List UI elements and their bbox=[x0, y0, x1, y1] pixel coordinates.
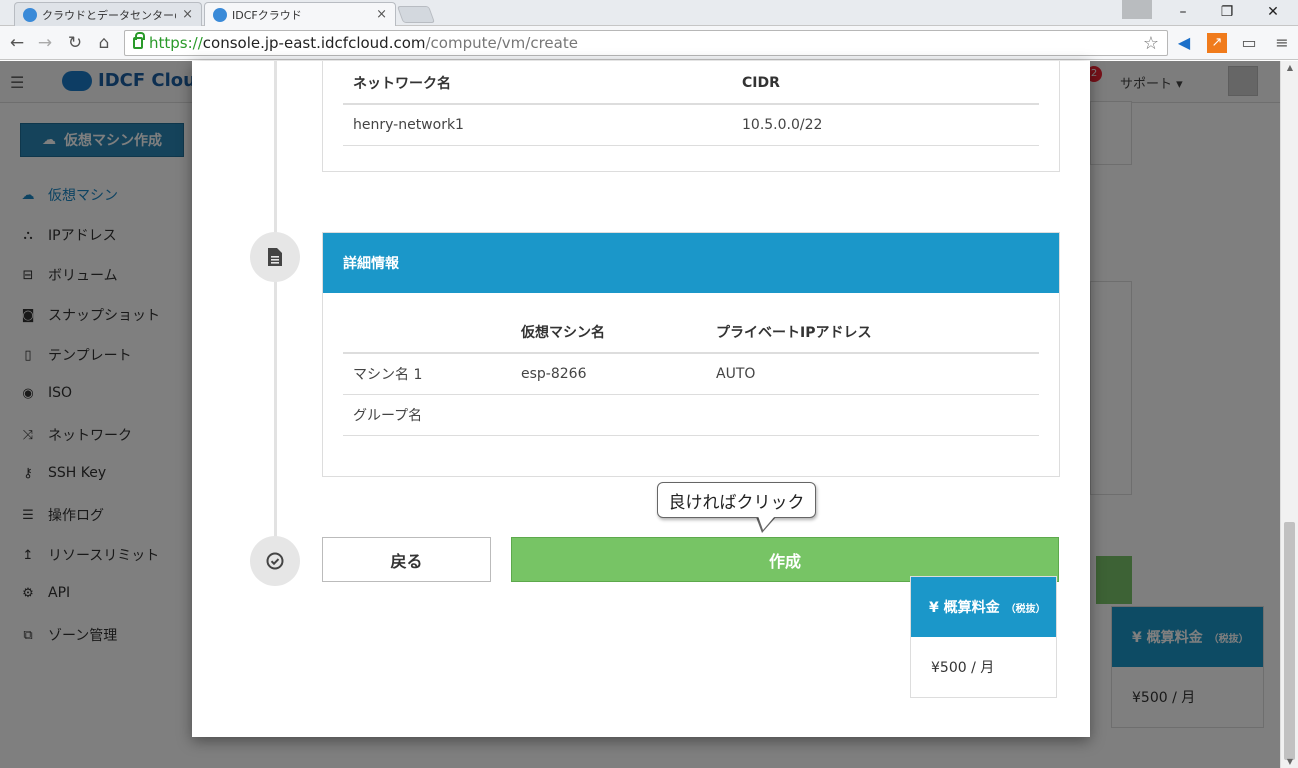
price-title: ¥ 概算料金 （税抜） bbox=[911, 577, 1056, 637]
window-close-icon[interactable]: ✕ bbox=[1256, 0, 1290, 24]
cloud-favicon-icon bbox=[23, 7, 37, 22]
reload-icon[interactable]: ↻ bbox=[64, 32, 86, 54]
price-estimate-panel: ¥ 概算料金 （税抜） ¥500 / 月 bbox=[910, 576, 1057, 698]
scroll-down-icon[interactable]: ▼ bbox=[1285, 757, 1295, 766]
cidr-cell: 10.5.0.0/22 bbox=[732, 104, 1039, 146]
tab-title: IDCFクラウド bbox=[232, 8, 302, 22]
create-vm-modal: ネットワーク名 CIDR henry-network1 10.5.0.0/22 … bbox=[192, 61, 1090, 737]
url-host: console.jp-east.idcfcloud.com bbox=[202, 34, 426, 52]
details-table: 仮想マシン名 プライベートIPアドレス マシン名 1 esp-8266 AUTO… bbox=[343, 311, 1039, 436]
network-name-header: ネットワーク名 bbox=[343, 62, 732, 105]
cloud-favicon-icon bbox=[213, 7, 227, 22]
table-row: henry-network1 10.5.0.0/22 bbox=[343, 104, 1039, 146]
vm-name-header: 仮想マシン名 bbox=[511, 311, 706, 354]
check-circle-icon bbox=[250, 536, 300, 586]
tax-note: （税抜） bbox=[1005, 603, 1046, 615]
cidr-header: CIDR bbox=[732, 62, 1039, 105]
back-button[interactable]: 戻る bbox=[322, 537, 491, 582]
network-name-cell: henry-network1 bbox=[343, 104, 732, 146]
minimize-icon[interactable]: – bbox=[1166, 0, 1200, 24]
price-value: ¥500 / 月 bbox=[931, 660, 995, 676]
details-blank-header bbox=[343, 311, 511, 354]
url-path: /compute/vm/create bbox=[425, 34, 578, 52]
home-icon[interactable]: ⌂ bbox=[93, 32, 115, 54]
lock-icon bbox=[133, 32, 145, 49]
restore-icon[interactable]: ❐ bbox=[1210, 0, 1244, 24]
tab-title: クラウドとデータセンターのIDCフ bbox=[42, 8, 176, 22]
group-label-cell: グループ名 bbox=[343, 394, 511, 436]
network-summary-panel: ネットワーク名 CIDR henry-network1 10.5.0.0/22 bbox=[322, 61, 1060, 172]
private-ip-cell: AUTO bbox=[706, 353, 1039, 395]
scrollbar-thumb[interactable] bbox=[1284, 522, 1295, 760]
price-title-text: ¥ 概算料金 bbox=[929, 600, 1000, 616]
private-ip-header: プライベートIPアドレス bbox=[706, 311, 1039, 354]
megaphone-extension-icon[interactable]: ◀ bbox=[1174, 33, 1194, 53]
browser-toolbar: ← → ↻ ⌂ https://console.jp-east.idcfclou… bbox=[0, 26, 1298, 60]
cast-icon[interactable]: ▭ bbox=[1239, 33, 1259, 53]
table-row: マシン名 1 esp-8266 AUTO bbox=[343, 353, 1039, 395]
table-row: グループ名 bbox=[343, 394, 1039, 436]
tab-idcf-cloud[interactable]: IDCFクラウド × bbox=[204, 2, 396, 26]
new-tab-button[interactable] bbox=[396, 6, 436, 23]
chart-extension-icon[interactable]: ↗ bbox=[1207, 33, 1227, 53]
profile-button[interactable] bbox=[1122, 0, 1152, 19]
tab-idcf-top[interactable]: クラウドとデータセンターのIDCフ × bbox=[14, 2, 202, 26]
group-empty-cell bbox=[706, 394, 1039, 436]
network-table: ネットワーク名 CIDR henry-network1 10.5.0.0/22 bbox=[343, 62, 1039, 146]
bookmark-star-icon[interactable]: ☆ bbox=[1143, 33, 1159, 54]
details-panel: 詳細情報 仮想マシン名 プライベートIPアドレス マシン名 1 esp-8266… bbox=[322, 232, 1060, 477]
machine-label-cell: マシン名 1 bbox=[343, 353, 511, 395]
tab-strip: クラウドとデータセンターのIDCフ × IDCFクラウド × – ❐ ✕ bbox=[0, 0, 1298, 26]
close-tab-icon[interactable]: × bbox=[376, 7, 387, 22]
url-scheme: https:// bbox=[149, 34, 203, 52]
group-value-cell bbox=[511, 394, 706, 436]
annotation-callout: 良ければクリック bbox=[657, 482, 816, 518]
details-title: 詳細情報 bbox=[323, 233, 1059, 293]
step-timeline bbox=[274, 61, 277, 551]
close-tab-icon[interactable]: × bbox=[182, 7, 193, 22]
callout-pointer-fill bbox=[758, 516, 775, 530]
scroll-up-icon[interactable]: ▲ bbox=[1285, 63, 1295, 72]
back-arrow-icon[interactable]: ← bbox=[6, 32, 28, 54]
screen: クラウドとデータセンターのIDCフ × IDCFクラウド × – ❐ ✕ ← →… bbox=[0, 0, 1298, 768]
address-bar[interactable]: https://console.jp-east.idcfcloud.com/co… bbox=[124, 30, 1168, 56]
vm-name-cell: esp-8266 bbox=[511, 353, 706, 395]
forward-arrow-icon[interactable]: → bbox=[34, 32, 56, 54]
menu-icon[interactable]: ≡ bbox=[1272, 33, 1292, 53]
document-icon bbox=[250, 232, 300, 282]
